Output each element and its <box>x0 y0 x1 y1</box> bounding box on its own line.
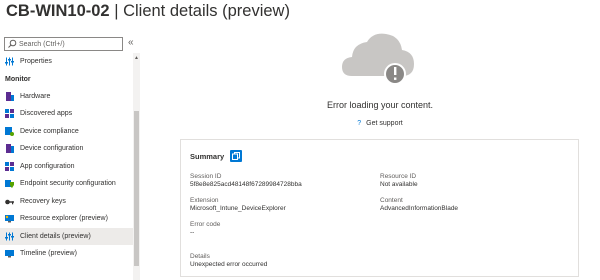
session-id-label: Session ID <box>190 173 222 180</box>
search-icon <box>8 39 17 48</box>
device-compliance-icon <box>5 126 14 136</box>
sidebar-item-properties[interactable]: Properties <box>0 53 133 71</box>
sidebar-item-label: Endpoint security configuration <box>20 180 116 188</box>
sidebar-item-label: App configuration <box>20 162 75 170</box>
session-id-value: 5f8e8e825acd48148f67289984728bba <box>190 181 302 188</box>
support-label: Get support <box>366 120 403 127</box>
error-code-field: Error code -- <box>190 221 220 237</box>
details-label: Details <box>190 253 210 260</box>
sidebar-item-label: Device compliance <box>20 127 79 135</box>
scrollbar-thumb[interactable] <box>134 111 139 266</box>
sidebar-item-label: Properties <box>20 58 52 66</box>
sidebar-item-hardware[interactable]: Hardware <box>0 88 133 106</box>
extension-value: Microsoft_Intune_DeviceExplorer <box>190 205 286 212</box>
sidebar-item-device-compliance[interactable]: Device compliance <box>0 123 133 141</box>
sidebar: Search (Ctrl+/) « Properties Monitor Har… <box>0 30 144 280</box>
hardware-icon <box>6 91 14 101</box>
extension-label: Extension <box>190 197 219 204</box>
scroll-up-icon[interactable]: ▲ <box>133 55 140 61</box>
discovered-apps-icon <box>5 109 14 119</box>
key-icon <box>5 199 14 205</box>
resource-name: CB-WIN10-02 <box>6 2 110 20</box>
endpoint-security-icon <box>5 180 14 189</box>
summary-panel: Summary Session ID 5f8e8e825acd48148f672… <box>180 139 579 277</box>
device-configuration-icon <box>6 144 14 154</box>
sidebar-item-label: Discovered apps <box>20 110 73 118</box>
content-value: AdvancedInformationBlade <box>380 205 459 212</box>
sidebar-item-endpoint-security[interactable]: Endpoint security configuration <box>0 175 133 193</box>
extension-field: Extension Microsoft_Intune_DeviceExplore… <box>190 197 286 213</box>
cloud-error-icon <box>342 33 414 85</box>
page-title: CB-WIN10-02 | Client details (preview) <box>6 2 290 21</box>
sidebar-item-app-configuration[interactable]: App configuration <box>0 158 133 176</box>
title-separator: | <box>109 2 124 20</box>
error-code-label: Error code <box>190 221 221 228</box>
page-name: Client details (preview) <box>123 2 290 20</box>
collapse-sidebar-button[interactable]: « <box>128 37 134 49</box>
sidebar-item-device-configuration[interactable]: Device configuration <box>0 140 133 158</box>
search-input[interactable]: Search (Ctrl+/) <box>4 37 123 51</box>
copy-button[interactable] <box>230 150 243 162</box>
session-id-field: Session ID 5f8e8e825acd48148f67289984728… <box>190 173 302 189</box>
summary-title: Summary <box>190 151 225 161</box>
sidebar-item-label: Timeline (preview) <box>20 250 77 258</box>
sidebar-item-timeline[interactable]: Timeline (preview) <box>0 245 133 263</box>
sidebar-nav: Properties Monitor Hardware Discovered a… <box>0 53 133 263</box>
app-configuration-icon <box>5 161 14 171</box>
get-support-link[interactable]: ? Get support <box>260 120 500 127</box>
sidebar-item-resource-explorer[interactable]: Resource explorer (preview) <box>0 210 133 228</box>
sidebar-item-recovery-keys[interactable]: Recovery keys <box>0 193 133 211</box>
error-message: Error loading your content. <box>326 100 434 110</box>
resource-id-field: Resource ID Not available <box>380 173 418 189</box>
copy-icon <box>232 152 241 160</box>
sidebar-item-label: Client details (preview) <box>20 232 91 240</box>
sidebar-item-client-details[interactable]: Client details (preview) <box>0 227 133 245</box>
sidebar-item-label: Recovery keys <box>20 197 66 205</box>
content-label: Content <box>380 197 403 204</box>
content-field: Content AdvancedInformationBlade <box>380 197 458 213</box>
properties-icon <box>5 57 14 66</box>
summary-header: Summary <box>190 150 243 162</box>
question-icon: ? <box>357 120 362 127</box>
sidebar-item-label: Resource explorer (preview) <box>20 215 108 223</box>
section-monitor: Monitor <box>5 75 31 83</box>
resource-id-label: Resource ID <box>380 173 417 180</box>
search-placeholder: Search (Ctrl+/) <box>19 40 65 48</box>
error-code-value: -- <box>190 229 195 236</box>
resource-id-value: Not available <box>380 181 418 188</box>
resource-explorer-icon <box>5 215 14 223</box>
details-value: Unexpected error occurred <box>190 261 268 268</box>
sidebar-item-label: Hardware <box>20 92 51 100</box>
sidebar-item-label: Device configuration <box>20 145 84 153</box>
timeline-icon <box>5 250 14 258</box>
sidebar-item-discovered-apps[interactable]: Discovered apps <box>0 105 133 123</box>
client-details-icon <box>5 232 14 241</box>
sidebar-scrollbar[interactable]: ▲ <box>133 53 140 280</box>
details-field: Details Unexpected error occurred <box>190 253 267 269</box>
